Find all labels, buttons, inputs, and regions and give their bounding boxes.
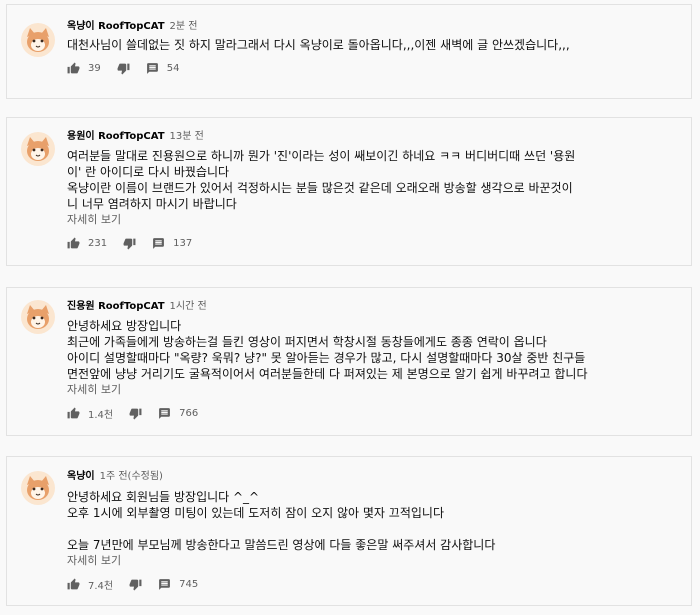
comment-text-line: 아이디 설명할때마다 "옥량? 욱뭐? 냥?" 못 알아듣는 경우가 많고, 다… <box>67 351 586 365</box>
thumbs-up-icon[interactable] <box>67 407 80 420</box>
comment-meta: 용원이 RoofTopCAT 13분 전 <box>67 130 681 144</box>
show-more-link[interactable]: 자세히 보기 <box>67 553 681 568</box>
comment-text-line: 안녕하세요 회원님들 방장입니다 ^_^ <box>67 490 260 504</box>
avatar[interactable] <box>21 471 55 505</box>
comment-text-line: 최근에 가족들에게 방송하는걸 들킨 영상이 퍼지면서 학창시절 동창들에게도 … <box>67 335 547 349</box>
show-more-link[interactable]: 자세히 보기 <box>67 212 681 227</box>
comment-text-line: 여러분들 말대로 진용원으로 하니까 뭔가 '진'이라는 성이 쌔보이긴 하네요… <box>67 149 576 163</box>
comment-text-line: 오늘 7년만에 부모님께 방송한다고 말씀드린 영상에 다들 좋은말 써주셔서 … <box>67 538 496 552</box>
comment-icon[interactable] <box>158 578 171 591</box>
comment-text-line: 안녕하세요 방장입니다 <box>67 319 182 333</box>
avatar[interactable] <box>21 300 55 334</box>
thumbs-down-icon[interactable] <box>129 578 142 591</box>
comment-text-line <box>67 521 681 537</box>
comment-author[interactable]: 용원이 RoofTopCAT <box>67 131 165 142</box>
comment-text-line: 대천사님이 쓸데없는 짓 하지 말라그래서 다시 옥냥이로 돌아옵니다,,,이젠… <box>67 38 570 52</box>
thumbs-up-icon[interactable] <box>67 578 80 591</box>
comment-card: 용원이 RoofTopCAT 13분 전 여러분들 말대로 진용원으로 하니까 뭔… <box>6 117 692 266</box>
thumbs-down-icon[interactable] <box>117 62 130 75</box>
show-more-link[interactable]: 자세히 보기 <box>67 382 681 397</box>
thumbs-up-icon[interactable] <box>67 237 80 250</box>
avatar[interactable] <box>21 132 55 166</box>
reply-count[interactable]: 137 <box>173 238 192 249</box>
like-count: 231 <box>88 237 108 249</box>
avatar[interactable] <box>21 23 55 57</box>
comment-text-line: 옥냥이란 이름이 브랜드가 있어서 걱정하시는 분들 많은것 같은데 오래오래 … <box>67 181 573 195</box>
thumbs-up-icon[interactable] <box>67 62 80 75</box>
comment-meta: 옥냥이 RoofTopCAT 2분 전 <box>67 20 681 34</box>
comment-card: 진용원 RoofTopCAT 1시간 전 안녕하세요 방장입니다 최근에 가족들에… <box>6 287 692 436</box>
comment-text-line: 면전앞에 냥냥 거리기도 굴욕적이어서 여러분들한테 다 퍼져있는 제 본명으로… <box>67 367 588 381</box>
comment-time[interactable]: 1시간 전 <box>170 301 207 312</box>
comment-time[interactable]: 13분 전 <box>170 131 204 142</box>
comment-actions: 7.4천 745 <box>67 576 681 592</box>
comment-icon[interactable] <box>152 237 165 250</box>
comment-time[interactable]: 1주 전(수정됨) <box>100 471 163 482</box>
like-count: 39 <box>88 62 101 74</box>
comment-author[interactable]: 진용원 RoofTopCAT <box>67 301 165 312</box>
comment-icon[interactable] <box>146 62 159 75</box>
reply-count[interactable]: 766 <box>179 408 198 419</box>
thumbs-down-icon[interactable] <box>123 237 136 250</box>
comment-time[interactable]: 2분 전 <box>170 21 198 32</box>
comment-text-line: 니 너무 염려하지 마시기 바랍니다 <box>67 197 237 211</box>
comment-actions: 39 54 <box>67 60 681 76</box>
comment-actions: 231 137 <box>67 235 681 251</box>
comment-icon[interactable] <box>158 407 171 420</box>
like-count: 7.4천 <box>88 580 114 592</box>
comment-meta: 옥냥이 1주 전(수정됨) <box>67 470 681 484</box>
comment-actions: 1.4천 766 <box>67 405 681 421</box>
reply-count[interactable]: 745 <box>179 579 198 590</box>
comment-card: 옥냥이 RoofTopCAT 2분 전 대천사님이 쓸데없는 짓 하지 말라그래서… <box>6 4 692 99</box>
reply-count[interactable]: 54 <box>167 63 180 74</box>
comment-meta: 진용원 RoofTopCAT 1시간 전 <box>67 300 681 314</box>
thumbs-down-icon[interactable] <box>129 407 142 420</box>
comment-author[interactable]: 옥냥이 <box>67 471 95 482</box>
comment-text-line: 오후 1시에 외부촬영 미팅이 있는데 도저히 잠이 오지 않아 몇자 끄적입니… <box>67 506 444 520</box>
comment-text-line: 이' 란 아이디로 다시 바꿨습니다 <box>67 165 230 179</box>
like-count: 1.4천 <box>88 409 114 421</box>
comment-author[interactable]: 옥냥이 RoofTopCAT <box>67 21 165 32</box>
comment-card: 옥냥이 1주 전(수정됨) 안녕하세요 회원님들 방장입니다 ^_^ 오후 1시에… <box>6 456 692 606</box>
